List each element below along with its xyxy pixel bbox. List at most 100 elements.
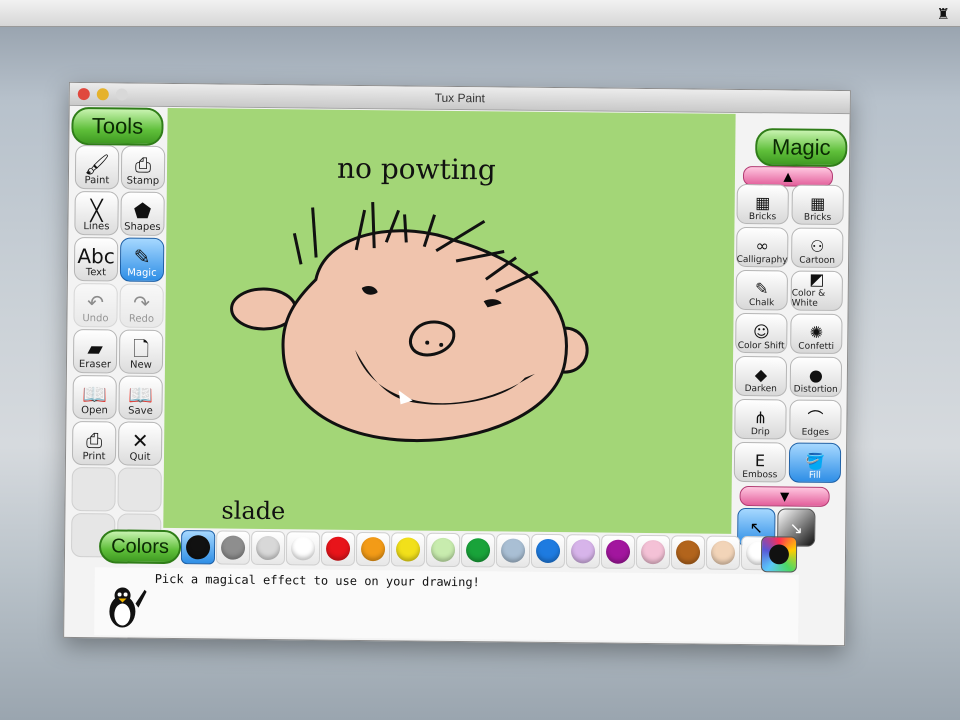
magic-label: Color & White	[791, 288, 826, 309]
color-dot	[710, 540, 736, 565]
color-palette	[180, 530, 801, 572]
magic-confetti-button[interactable]: ✺ Confetti	[790, 313, 843, 355]
color-dot	[570, 539, 596, 564]
canvas-text-slade: slade	[221, 496, 286, 526]
tux-paint-window: Tux Paint Tools 🖌 Paint ⎙ Stamp ╳ Lines ⬟ Shape…	[63, 81, 851, 647]
chalk-icon: ✎	[755, 279, 769, 299]
magic-distortion-button[interactable]: ● Distortion	[789, 356, 843, 398]
colors-header: Colors	[98, 529, 182, 565]
color-swatch[interactable]	[425, 532, 461, 568]
color-swatch[interactable]	[705, 535, 741, 570]
color-swatch[interactable]	[565, 534, 601, 569]
color-swatch[interactable]	[460, 533, 496, 568]
color-swatch[interactable]	[670, 535, 706, 570]
color-dot	[220, 535, 246, 560]
color-swatch[interactable]	[320, 531, 356, 566]
tool-open-button[interactable]: 📖 Open	[72, 374, 117, 420]
color-swatch[interactable]	[215, 530, 251, 565]
magic-edges-button[interactable]: ⌒ Edges	[789, 399, 842, 441]
tool-magic-button[interactable]: ✎ Magic	[119, 237, 165, 282]
bricks-icon: ▦	[755, 193, 771, 213]
magic-label: Drip	[750, 427, 770, 438]
tool-redo-button[interactable]: ↷ Redo	[119, 283, 164, 328]
magic-drip-button[interactable]: ⋔ Drip	[734, 398, 787, 440]
stamp-icon: ⎙	[134, 152, 152, 177]
tool-label: Shapes	[124, 221, 161, 233]
color-swatch[interactable]	[600, 534, 636, 569]
tool-empty-slot	[71, 466, 116, 512]
tool-label: Open	[81, 405, 108, 417]
tool-label: Save	[128, 405, 153, 417]
magic-darken-button[interactable]: ◆ Darken	[734, 355, 788, 397]
magic-emboss-button[interactable]: E Emboss	[733, 441, 787, 483]
magic-color-white-button[interactable]: ◩ Color & White	[790, 270, 843, 312]
tool-quit-button[interactable]: ✕ Quit	[117, 421, 163, 466]
undo-icon: ↶	[87, 290, 105, 315]
magic-bricks-button[interactable]: ▦ Bricks	[736, 183, 789, 225]
tool-shapes-button[interactable]: ⬟ Shapes	[120, 191, 165, 236]
lines-icon: ╳	[90, 198, 103, 223]
tool-save-button[interactable]: 📖 Save	[118, 375, 163, 420]
color-dot	[430, 537, 456, 562]
color-swatch[interactable]	[635, 534, 671, 570]
color-swatch[interactable]	[355, 531, 391, 567]
color-swatch[interactable]	[285, 531, 321, 566]
color-dot	[185, 535, 211, 560]
tool-print-button[interactable]: ⎙ Print	[71, 420, 117, 466]
magic-label: Calligraphy	[736, 254, 788, 266]
magic-label: Darken	[744, 384, 777, 395]
tool-eraser-button[interactable]: ▰ Eraser	[72, 328, 118, 374]
tool-stamp-button[interactable]: ⎙ Stamp	[120, 145, 166, 190]
magic-bricks-large-button[interactable]: ▦ Bricks	[791, 184, 844, 226]
window-title: Tux Paint	[434, 90, 485, 106]
magic-panel: ▦ Bricks ▦ Bricks ∞ Calligraphy ⚇ Cartoon ✎ Chalk…	[733, 183, 845, 484]
magic-label: Bricks	[748, 212, 777, 223]
color-picker-rainbow-button[interactable]	[760, 536, 798, 573]
canvas-text-no-powting: no powting	[336, 151, 496, 187]
color-dot	[255, 535, 281, 561]
magic-label: Distortion	[793, 384, 838, 395]
color-swatch[interactable]	[250, 530, 286, 566]
save-book-icon: 📖	[128, 382, 154, 407]
magic-color-shift-button[interactable]: ☺ Color Shift	[735, 312, 788, 354]
magic-label: Color Shift	[737, 340, 785, 352]
color-swatch[interactable]	[495, 533, 531, 568]
color-swatch[interactable]	[390, 532, 426, 567]
drip-icon: ⋔	[753, 408, 768, 428]
tool-label: Stamp	[126, 175, 160, 187]
magic-fill-bucket-button[interactable]: 🪣 Fill	[788, 442, 842, 484]
magic-label: Chalk	[748, 298, 775, 309]
tool-lines-button[interactable]: ╳ Lines	[74, 190, 119, 236]
open-book-icon: 📖	[82, 382, 108, 407]
color-dot	[360, 537, 386, 562]
color-dot	[675, 540, 701, 565]
tools-header: Tools	[71, 106, 164, 146]
color-swatch[interactable]	[530, 533, 566, 569]
magic-scroll-down-button[interactable]: ▼	[739, 485, 830, 507]
tool-label: Redo	[128, 313, 155, 325]
tool-label: Eraser	[78, 359, 112, 371]
tool-paint-button[interactable]: 🖌 Paint	[74, 144, 120, 190]
tool-label: Lines	[83, 221, 110, 233]
tool-text-button[interactable]: Abc Text	[73, 236, 119, 282]
tool-label: Quit	[129, 451, 151, 463]
magic-chalk-button[interactable]: ✎ Chalk	[735, 269, 788, 311]
text-icon: Abc	[77, 244, 115, 269]
color-dot	[465, 538, 491, 563]
menubar-app-icon[interactable]: ♜	[937, 5, 950, 23]
color-swatch[interactable]	[180, 530, 216, 565]
color-dot	[640, 539, 666, 565]
color-dot	[605, 539, 631, 564]
magic-calligraphy-button[interactable]: ∞ Calligraphy	[736, 226, 789, 268]
pentagon-icon: ⬟	[133, 198, 152, 223]
magic-cartoon-button[interactable]: ⚇ Cartoon	[791, 227, 844, 269]
tool-new-button[interactable]: 🗋 New	[118, 329, 164, 374]
tool-empty-slot	[117, 467, 162, 512]
tool-undo-button[interactable]: ↶ Undo	[73, 282, 118, 328]
fill-bucket-icon: 🪣	[804, 451, 826, 471]
magic-header: Magic	[755, 128, 848, 168]
drawing-canvas[interactable]: no powting slade	[163, 107, 736, 534]
new-page-icon: 🗋	[132, 336, 150, 361]
calligraphy-icon: ∞	[755, 236, 770, 256]
magic-label: Edges	[801, 427, 830, 438]
